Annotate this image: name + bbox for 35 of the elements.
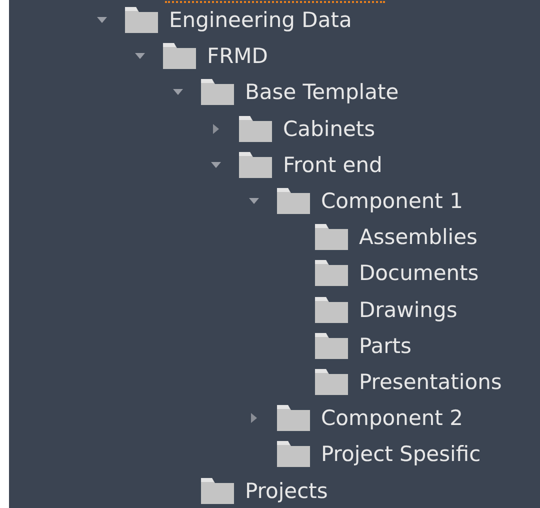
folder-icon bbox=[163, 43, 196, 70]
folder-label[interactable]: FRMD bbox=[207, 44, 268, 68]
folder-icon bbox=[277, 405, 310, 432]
folder-label[interactable]: Component 2 bbox=[321, 406, 463, 430]
folder-icon bbox=[315, 296, 348, 323]
collapse-arrow-icon[interactable] bbox=[173, 89, 183, 96]
folder-label[interactable]: Drawings bbox=[359, 298, 458, 322]
folder-icon bbox=[315, 368, 348, 395]
folder-label[interactable]: Assemblies bbox=[359, 225, 478, 250]
collapse-arrow-icon[interactable] bbox=[97, 17, 107, 24]
folder-icon bbox=[201, 79, 234, 106]
folder-icon bbox=[277, 441, 310, 468]
folder-label[interactable]: Component 1 bbox=[321, 189, 463, 214]
folder-icon bbox=[239, 152, 272, 178]
folder-label[interactable]: Presentations bbox=[359, 370, 502, 394]
folder-label[interactable]: Documents bbox=[359, 261, 479, 286]
folder-label[interactable]: Cabinets bbox=[283, 116, 376, 141]
folder-icon bbox=[125, 7, 158, 34]
collapse-arrow-icon[interactable] bbox=[135, 53, 145, 60]
collapse-arrow-icon[interactable] bbox=[249, 198, 259, 204]
folder-label[interactable]: Engineering Data bbox=[169, 8, 352, 32]
folder-icon bbox=[315, 224, 348, 250]
folder-icon bbox=[315, 260, 348, 286]
expand-arrow-icon[interactable] bbox=[213, 124, 219, 134]
folder-icon bbox=[315, 332, 348, 359]
folder-icon bbox=[239, 116, 272, 142]
collapse-arrow-icon[interactable] bbox=[211, 162, 221, 168]
folder-label[interactable]: Base Template bbox=[245, 80, 399, 104]
folder-icon bbox=[201, 478, 234, 504]
expand-arrow-icon[interactable] bbox=[251, 413, 257, 424]
folder-label[interactable]: Parts bbox=[359, 334, 412, 358]
folder-label[interactable]: Project Spesific bbox=[321, 442, 481, 466]
folder-icon bbox=[277, 188, 310, 214]
folder-label[interactable]: Front end bbox=[283, 152, 382, 177]
folder-label[interactable]: Projects bbox=[245, 478, 328, 503]
